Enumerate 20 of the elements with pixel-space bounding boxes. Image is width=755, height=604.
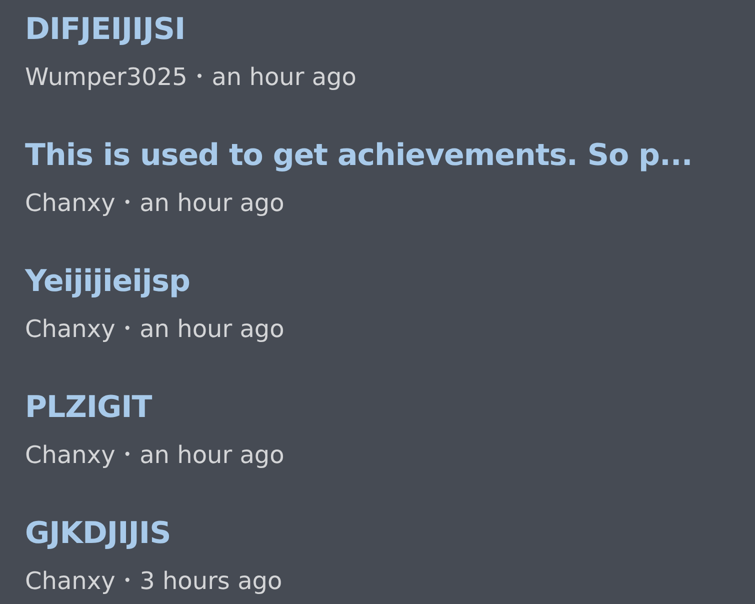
author-name: Chanxy (25, 440, 116, 470)
author-name: Chanxy (25, 566, 116, 596)
separator-dot: • (195, 68, 204, 87)
separator-dot: • (123, 572, 132, 591)
post-title-link[interactable]: PLZIGIT (25, 388, 152, 428)
post-time: an hour ago (140, 314, 284, 344)
author-name: Wumper3025 (25, 62, 188, 92)
author-name: Chanxy (25, 314, 116, 344)
post-title-link[interactable]: This is used to get achievements. So p... (25, 136, 692, 176)
author-name: Chanxy (25, 188, 116, 218)
post-time: an hour ago (140, 440, 284, 470)
post-time: 3 hours ago (140, 566, 282, 596)
post-time: an hour ago (140, 188, 284, 218)
post-time: an hour ago (212, 62, 356, 92)
separator-dot: • (123, 446, 132, 465)
separator-dot: • (123, 194, 132, 213)
post-title-link[interactable]: DIFJEIJIJSI (25, 10, 186, 50)
separator-dot: • (123, 320, 132, 339)
post-title-link[interactable]: Yeijijieijsp (25, 262, 190, 302)
post-title-link[interactable]: GJKDJIJIS (25, 514, 171, 554)
